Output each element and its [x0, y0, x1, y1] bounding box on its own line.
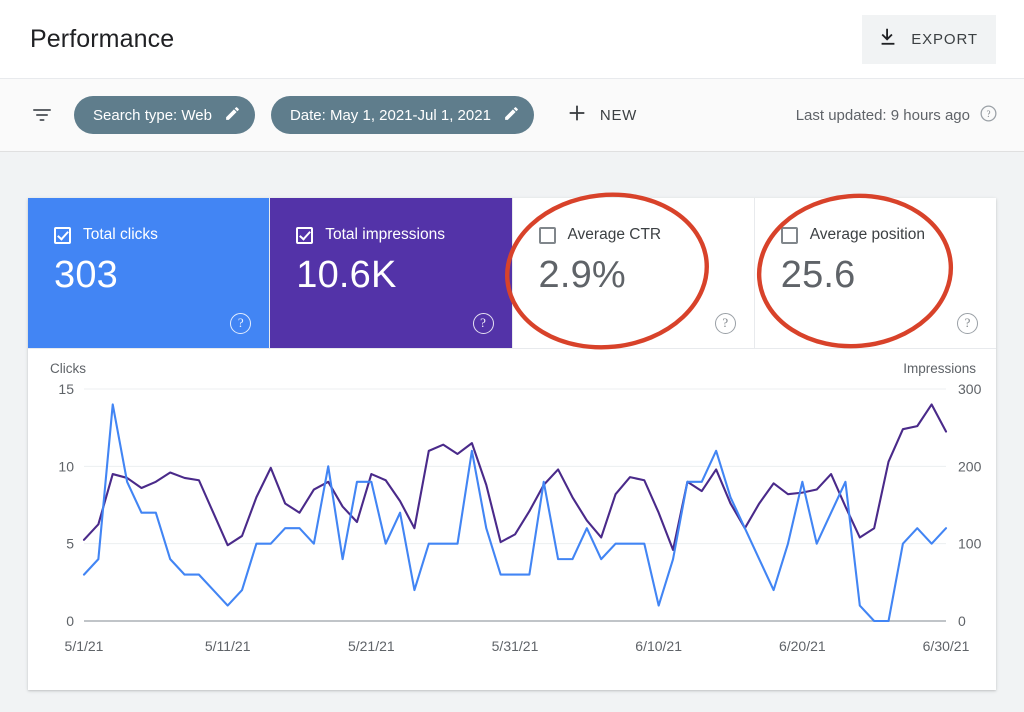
svg-text:0: 0: [958, 613, 966, 629]
metric-tile-total-clicks[interactable]: Total clicks 303 ?: [28, 198, 271, 348]
filter-chip-search-type-label: Search type: Web: [93, 106, 212, 124]
metric-label: Average CTR: [567, 226, 662, 243]
metric-value: 303: [54, 254, 119, 296]
filter-chip-search-type[interactable]: Search type: Web: [74, 96, 255, 134]
svg-text:5/21/21: 5/21/21: [348, 638, 395, 654]
metric-value: 2.9%: [538, 254, 626, 296]
help-circle-icon[interactable]: ?: [472, 313, 494, 334]
help-circle-icon[interactable]: ?: [979, 104, 998, 127]
svg-text:100: 100: [958, 536, 982, 552]
metric-header: Average position: [780, 226, 976, 244]
filter-icon[interactable]: [30, 103, 54, 127]
svg-text:200: 200: [958, 458, 982, 474]
page-header: Performance EXPORT: [0, 0, 1024, 78]
metric-tiles: Total clicks 303 ? Total impressions 10.…: [28, 198, 996, 349]
last-updated-label: Last updated: 9 hours ago: [795, 106, 970, 124]
metric-header: Average CTR: [538, 226, 734, 244]
metric-label: Total clicks: [83, 226, 158, 243]
metric-label: Total impressions: [325, 226, 445, 243]
pencil-icon: [224, 105, 241, 126]
svg-text:5: 5: [66, 536, 74, 552]
svg-text:5/11/21: 5/11/21: [205, 638, 251, 654]
metric-value: 10.6K: [296, 254, 397, 296]
performance-card: Total clicks 303 ? Total impressions 10.…: [28, 198, 996, 690]
svg-text:5/1/21: 5/1/21: [65, 638, 104, 654]
metric-tile-total-impressions[interactable]: Total impressions 10.6K ?: [270, 198, 513, 348]
filter-toolbar: Search type: Web Date: May 1, 2021-Jul 1…: [0, 78, 1024, 152]
total-clicks-checkbox[interactable]: [54, 226, 71, 244]
svg-text:15: 15: [58, 381, 74, 397]
svg-text:6/20/21: 6/20/21: [779, 638, 826, 654]
last-updated: Last updated: 9 hours ago ?: [796, 104, 998, 127]
average-ctr-checkbox[interactable]: [538, 226, 556, 244]
plus-icon: [566, 102, 588, 129]
download-icon: [877, 26, 899, 53]
help-circle-icon[interactable]: ?: [957, 313, 978, 334]
svg-text:5/31/21: 5/31/21: [492, 638, 539, 654]
metric-header: Total clicks: [54, 226, 249, 244]
svg-text:6/30/21: 6/30/21: [923, 638, 970, 654]
svg-text:300: 300: [958, 381, 982, 397]
chart-svg: 0 5 10 15 0 100 200 300 5/1/21 5/11/21 5/21/21 5/31…: [58, 381, 982, 654]
new-filter-button[interactable]: NEW: [556, 96, 647, 135]
svg-text:?: ?: [986, 108, 990, 118]
svg-text:10: 10: [58, 458, 74, 474]
svg-text:6/10/21: 6/10/21: [635, 638, 682, 654]
help-circle-icon[interactable]: ?: [714, 313, 736, 334]
metric-label: Average position: [809, 226, 925, 243]
export-label: EXPORT: [911, 30, 978, 48]
filter-chip-date-label: Date: May 1, 2021-Jul 1, 2021: [289, 106, 491, 124]
page-title: Performance: [30, 24, 175, 53]
filter-chip-date[interactable]: Date: May 1, 2021-Jul 1, 2021: [270, 96, 534, 134]
help-circle-icon[interactable]: ?: [230, 313, 252, 334]
metric-tile-average-ctr[interactable]: Average CTR 2.9% ?: [512, 198, 755, 348]
metric-tile-average-position[interactable]: Average position 25.6 ?: [754, 198, 996, 348]
performance-chart: Clicks Impressions 0 5 10 15 0 100 200 300 5/1/2…: [28, 349, 996, 690]
average-position-checkbox[interactable]: [780, 226, 798, 244]
metric-header: Total impressions: [296, 226, 491, 244]
metric-value: 25.6: [780, 254, 856, 296]
new-filter-label: NEW: [599, 106, 638, 124]
pencil-icon: [503, 105, 520, 126]
total-impressions-checkbox[interactable]: [296, 226, 314, 244]
svg-text:0: 0: [66, 613, 74, 629]
export-button[interactable]: EXPORT: [862, 14, 996, 64]
